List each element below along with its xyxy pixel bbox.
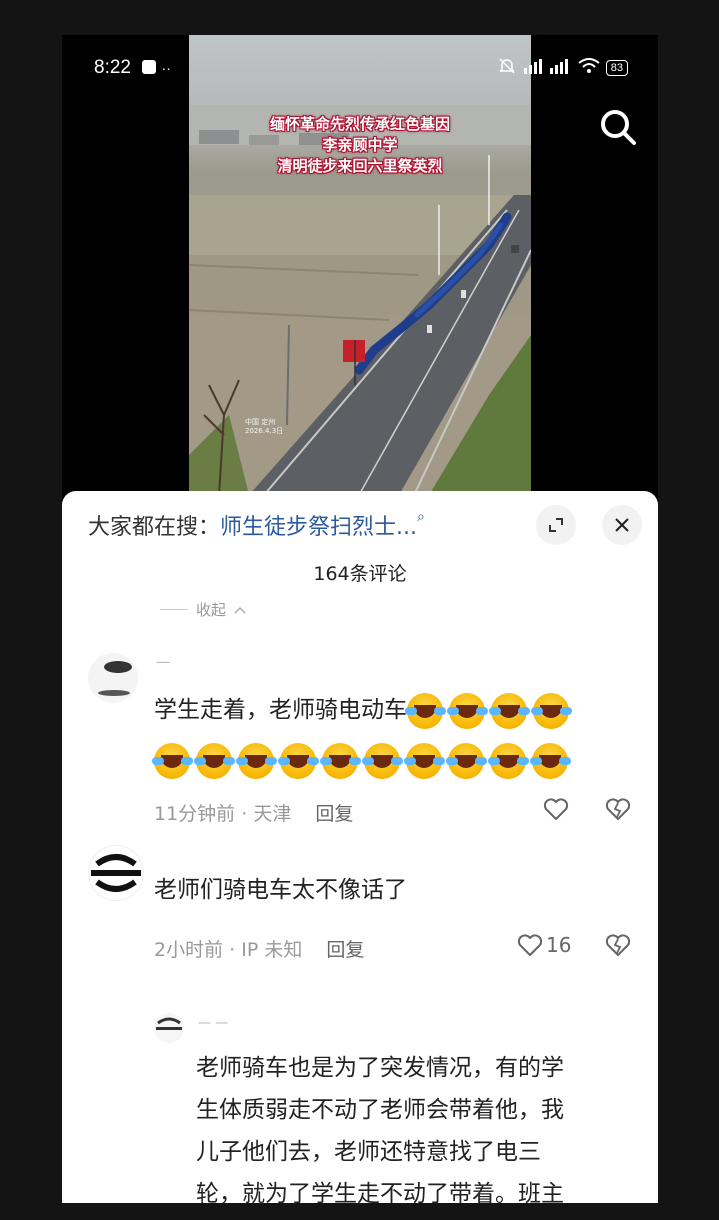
status-time: 8:22 ·· [94, 57, 171, 79]
search-suggestion-prefix: 大家都在搜： [88, 515, 221, 540]
expand-button[interactable] [536, 505, 576, 545]
comment-count: 164条评论 [313, 563, 407, 585]
dislike-button[interactable] [604, 795, 632, 823]
crying-laughing-emoji-icon [446, 742, 484, 779]
comment-time: 2小时前 [154, 939, 224, 961]
wifi-icon [578, 58, 600, 77]
watermark-location: 中国 定州 [245, 418, 276, 426]
collapse-divider [160, 609, 188, 610]
crying-laughing-emoji-icon [278, 742, 316, 779]
comment-username[interactable]: 一 一 [198, 1013, 228, 1032]
silent-bell-icon [498, 57, 516, 78]
video-caption-line-1: 缅怀革命先烈传承红色基因 [269, 115, 450, 133]
like-count: 16 [546, 933, 572, 957]
close-button[interactable] [602, 505, 642, 545]
crying-laughing-emoji-icon [531, 692, 569, 729]
comment-location: 天津 [253, 803, 292, 825]
reply-text: 老师骑车也是为了突发情况，有的学 生体质弱走不动了老师会带着他，我 儿子他们去，… [196, 1047, 564, 1203]
reply-text-line: 轮，就为了学生走不动了带着。班主 [196, 1181, 564, 1203]
search-button[interactable] [596, 105, 640, 149]
comment-sheet: 大家都在搜：师生徒步祭扫烈士...⌕ 164条评论 收起 一 学生走着，老师骑电… [62, 491, 658, 1203]
search-suggestion[interactable]: 大家都在搜：师生徒步祭扫烈士...⌕ [88, 509, 425, 541]
crying-laughing-emoji-icon [236, 742, 274, 779]
comment-username[interactable]: 一 [156, 653, 170, 673]
chevron-up-icon [234, 606, 246, 614]
video-caption-line-2: 李亲顾中学 [322, 136, 398, 154]
status-indicators: 83 [498, 57, 628, 78]
crying-laughing-emoji-icon [447, 692, 485, 729]
search-icon [601, 110, 636, 145]
crying-laughing-emoji-icon [488, 742, 526, 779]
like-button[interactable] [516, 931, 544, 959]
avatar[interactable] [154, 1013, 184, 1043]
reply-button[interactable]: 回复 [315, 803, 353, 825]
like-button[interactable] [542, 795, 570, 823]
broken-heart-icon [605, 798, 631, 820]
search-suggestion-icon: ⌕ [417, 509, 425, 525]
reply-text-line: 老师骑车也是为了突发情况，有的学 [196, 1055, 564, 1081]
collapse-replies[interactable]: 收起 [160, 599, 246, 620]
broken-heart-icon [605, 934, 631, 956]
dislike-button[interactable] [604, 931, 632, 959]
comment-meta: 11分钟前 · 天津 回复 [154, 803, 354, 825]
video-watermark: 中国 定州 2026.4.3日 [245, 418, 283, 436]
comment-text: 学生走着，老师骑电动车 [154, 689, 575, 731]
crying-laughing-emoji-icon [152, 742, 190, 779]
crying-laughing-emoji-icon [320, 742, 358, 779]
crying-laughing-emoji-icon [530, 742, 568, 779]
crying-laughing-emoji-icon [405, 692, 443, 729]
reply-text-line: 生体质弱走不动了老师会带着他，我 [196, 1097, 564, 1123]
more-notifications-icon: ·· [161, 60, 171, 76]
search-suggestion-term[interactable]: 师生徒步祭扫烈士... [220, 515, 417, 540]
avatar[interactable] [88, 845, 144, 901]
signal-icon [522, 58, 572, 77]
crying-laughing-emoji-icon [404, 742, 442, 779]
status-time-text: 8:22 [94, 57, 131, 78]
crying-laughing-emoji-icon [489, 692, 527, 729]
comment-text: 老师们骑电车太不像话了 [154, 877, 407, 903]
red-flag [343, 340, 365, 362]
avatar[interactable] [88, 653, 138, 703]
reply-text-line: 儿子他们去，老师还特意找了电三 [196, 1139, 541, 1165]
video-caption-line-3: 清明徒步来回六里祭英烈 [277, 157, 443, 175]
expand-icon [549, 518, 563, 532]
watermark-date: 2026.4.3日 [245, 427, 284, 435]
notification-icon [142, 60, 157, 74]
comment-meta: 2小时前 · IP 未知 回复 [154, 939, 365, 961]
reply-button[interactable]: 回复 [326, 939, 364, 961]
battery-icon: 83 [605, 59, 628, 76]
collapse-label: 收起 [196, 601, 227, 619]
heart-icon [543, 798, 569, 820]
video-player[interactable]: 缅怀革命先烈传承红色基因 李亲顾中学 清明徒步来回六里祭英烈 中国 定州 202… [189, 35, 531, 495]
close-icon [615, 518, 629, 532]
comment-emoji-row [152, 739, 574, 781]
comment-time: 11分钟前 [154, 803, 236, 825]
comment-location: IP 未知 [241, 939, 303, 961]
comment-body: 学生走着，老师骑电动车 [154, 697, 407, 723]
crying-laughing-emoji-icon [194, 742, 232, 779]
video-frame [189, 105, 531, 495]
heart-icon [517, 934, 543, 956]
phone-screen: 缅怀革命先烈传承红色基因 李亲顾中学 清明徒步来回六里祭英烈 中国 定州 202… [62, 35, 658, 1203]
crying-laughing-emoji-icon [362, 742, 400, 779]
